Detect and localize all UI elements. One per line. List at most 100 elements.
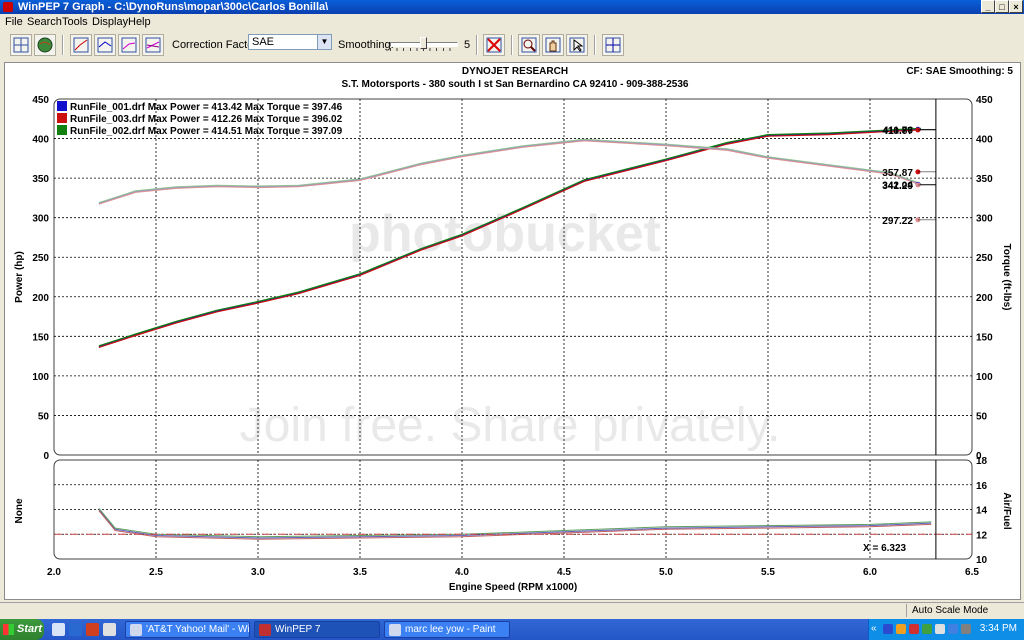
tray-icon[interactable] — [935, 624, 945, 634]
tray-expand-icon[interactable]: « — [871, 623, 877, 634]
crosshair-glyph — [605, 37, 621, 53]
x-tick-label: 3.0 — [251, 567, 265, 578]
globe-icon[interactable] — [34, 34, 56, 56]
watermark-tagline: Join free. Share privately. — [240, 399, 781, 452]
x-tick-label: 3.5 — [353, 567, 367, 578]
taskbar: Start 'AT&T Yahoo! Mail' - Win... WinPEP… — [0, 619, 1024, 640]
minimize-button[interactable]: _ — [981, 0, 995, 13]
status-bar: Auto Scale Mode — [0, 602, 1024, 619]
chevron-down-icon[interactable]: ▼ — [317, 35, 331, 49]
task-paint[interactable]: marc lee yow - Paint — [384, 621, 510, 638]
graph-compare-icon[interactable] — [142, 34, 164, 56]
quicklaunch-icon[interactable] — [103, 623, 116, 636]
graph-overlay-icon[interactable] — [118, 34, 140, 56]
y-tick-label-torque: 50 — [976, 411, 988, 422]
legend-swatch-run002 — [57, 125, 67, 135]
paint-icon — [389, 624, 401, 636]
y-tick-label-afr: 10 — [976, 555, 988, 566]
y-axis-title-none: None — [14, 498, 25, 523]
crosshair-icon[interactable] — [602, 34, 624, 56]
afr-axis-ticks: 10 12 14 16 18 — [976, 456, 988, 566]
smoothing-label: Smoothing: — [338, 39, 394, 51]
y-tick-label-torque: 250 — [976, 253, 993, 264]
y-axis-title-power: Power (hp) — [14, 251, 25, 303]
clock: 3:34 PM — [979, 623, 1017, 634]
tray-icon[interactable] — [948, 624, 958, 634]
pan-hand-icon[interactable] — [542, 34, 564, 56]
zoom-glyph — [521, 37, 537, 53]
smoothing-value: 5 — [464, 39, 471, 51]
legend-swatch-run001 — [57, 101, 67, 111]
graph-torque-icon[interactable] — [94, 34, 116, 56]
delete-run-icon[interactable] — [483, 34, 505, 56]
y-tick-label-torque: 400 — [976, 135, 993, 146]
browser-icon — [130, 624, 142, 636]
x-tick-label: 5.0 — [659, 567, 673, 578]
y-tick-label-power: 350 — [32, 174, 49, 185]
y-axis-title-airfuel: Air/Fuel — [1001, 492, 1012, 529]
start-button[interactable]: Start — [0, 619, 44, 640]
system-tray: « 3:34 PM — [868, 619, 1024, 640]
y-tick-label-power: 0 — [43, 451, 49, 462]
legend: RunFile_001.drf Max Power = 413.42 Max T… — [57, 101, 343, 137]
x-tick-label: 5.5 — [761, 567, 775, 578]
ie-icon[interactable] — [69, 623, 82, 636]
correction-factor-select[interactable]: SAE ▼ — [248, 34, 332, 50]
menu-search[interactable]: Search — [27, 16, 62, 28]
tray-icon[interactable] — [883, 624, 893, 634]
y-tick-label-power: 400 — [32, 135, 49, 146]
graph-overlay-glyph — [121, 37, 137, 53]
tray-icon[interactable] — [909, 624, 919, 634]
status-autoscale: Auto Scale Mode — [906, 604, 1022, 617]
graph-header-title: DYNOJET RESEARCH — [462, 66, 568, 77]
y-tick-label-power: 250 — [32, 253, 49, 264]
task-label: 'AT&T Yahoo! Mail' - Win... — [146, 624, 250, 635]
y-tick-label-torque: 200 — [976, 293, 993, 304]
y-tick-label-power: 100 — [32, 372, 49, 383]
toolbar-separator — [594, 35, 596, 55]
task-label: WinPEP 7 — [275, 624, 321, 635]
zoom-icon[interactable] — [518, 34, 540, 56]
y-tick-label-afr: 12 — [976, 530, 988, 541]
y-tick-label-torque: 300 — [976, 214, 993, 225]
dyno-graph[interactable]: DYNOJET RESEARCH S.T. Motorsports - 380 … — [5, 63, 1020, 599]
x-tick-label: 2.5 — [149, 567, 163, 578]
y-tick-label-power: 150 — [32, 332, 49, 343]
graph-header-settings: CF: SAE Smoothing: 5 — [906, 66, 1013, 77]
tray-icon[interactable] — [896, 624, 906, 634]
x-tick-label: 2.0 — [47, 567, 61, 578]
correction-factor-value: SAE — [252, 36, 275, 48]
show-desktop-icon[interactable] — [52, 623, 65, 636]
maximize-button[interactable]: □ — [995, 0, 1009, 13]
window-titlebar[interactable]: WinPEP 7 Graph - C:\DynoRuns\mopar\300c\… — [0, 0, 1024, 14]
graph-panel: DYNOJET RESEARCH S.T. Motorsports - 380 … — [4, 62, 1021, 600]
y-tick-label-afr: 18 — [976, 456, 988, 467]
menu-file[interactable]: File — [5, 16, 23, 28]
menu-tools[interactable]: Tools — [62, 16, 88, 28]
task-winpep[interactable]: WinPEP 7 — [254, 621, 380, 638]
cursor-select-icon[interactable] — [566, 34, 588, 56]
legend-item-run002: RunFile_002.drf Max Power = 414.51 Max T… — [70, 126, 343, 137]
task-yahoo-mail[interactable]: 'AT&T Yahoo! Mail' - Win... — [125, 621, 250, 638]
cursor-select-glyph — [569, 37, 585, 53]
media-player-icon[interactable] — [86, 623, 99, 636]
menu-help[interactable]: Help — [128, 16, 151, 28]
smoothing-slider[interactable] — [388, 36, 458, 54]
cursor-value-label: 341.29 — [882, 181, 913, 192]
graph-torque-glyph — [97, 37, 113, 53]
volume-icon[interactable] — [961, 624, 971, 634]
y-axis-title-torque: Torque (ft-lbs) — [1001, 243, 1012, 310]
y-tick-label-afr: 16 — [976, 481, 988, 492]
toolbar-separator — [62, 35, 64, 55]
start-label: Start — [17, 623, 43, 635]
smoothing-slider-thumb[interactable] — [419, 37, 427, 49]
graph-power-icon[interactable] — [70, 34, 92, 56]
tray-icon[interactable] — [922, 624, 932, 634]
toolbar-separator — [511, 35, 513, 55]
menu-display[interactable]: Display — [92, 16, 128, 28]
grid-view-icon[interactable] — [10, 34, 32, 56]
window-title: WinPEP 7 Graph - C:\DynoRuns\mopar\300c\… — [18, 1, 329, 13]
task-label: marc lee yow - Paint — [405, 624, 496, 635]
close-button[interactable]: × — [1009, 0, 1023, 13]
toolbar: Correction Factor: Smoothing: 5 — [0, 30, 1024, 60]
